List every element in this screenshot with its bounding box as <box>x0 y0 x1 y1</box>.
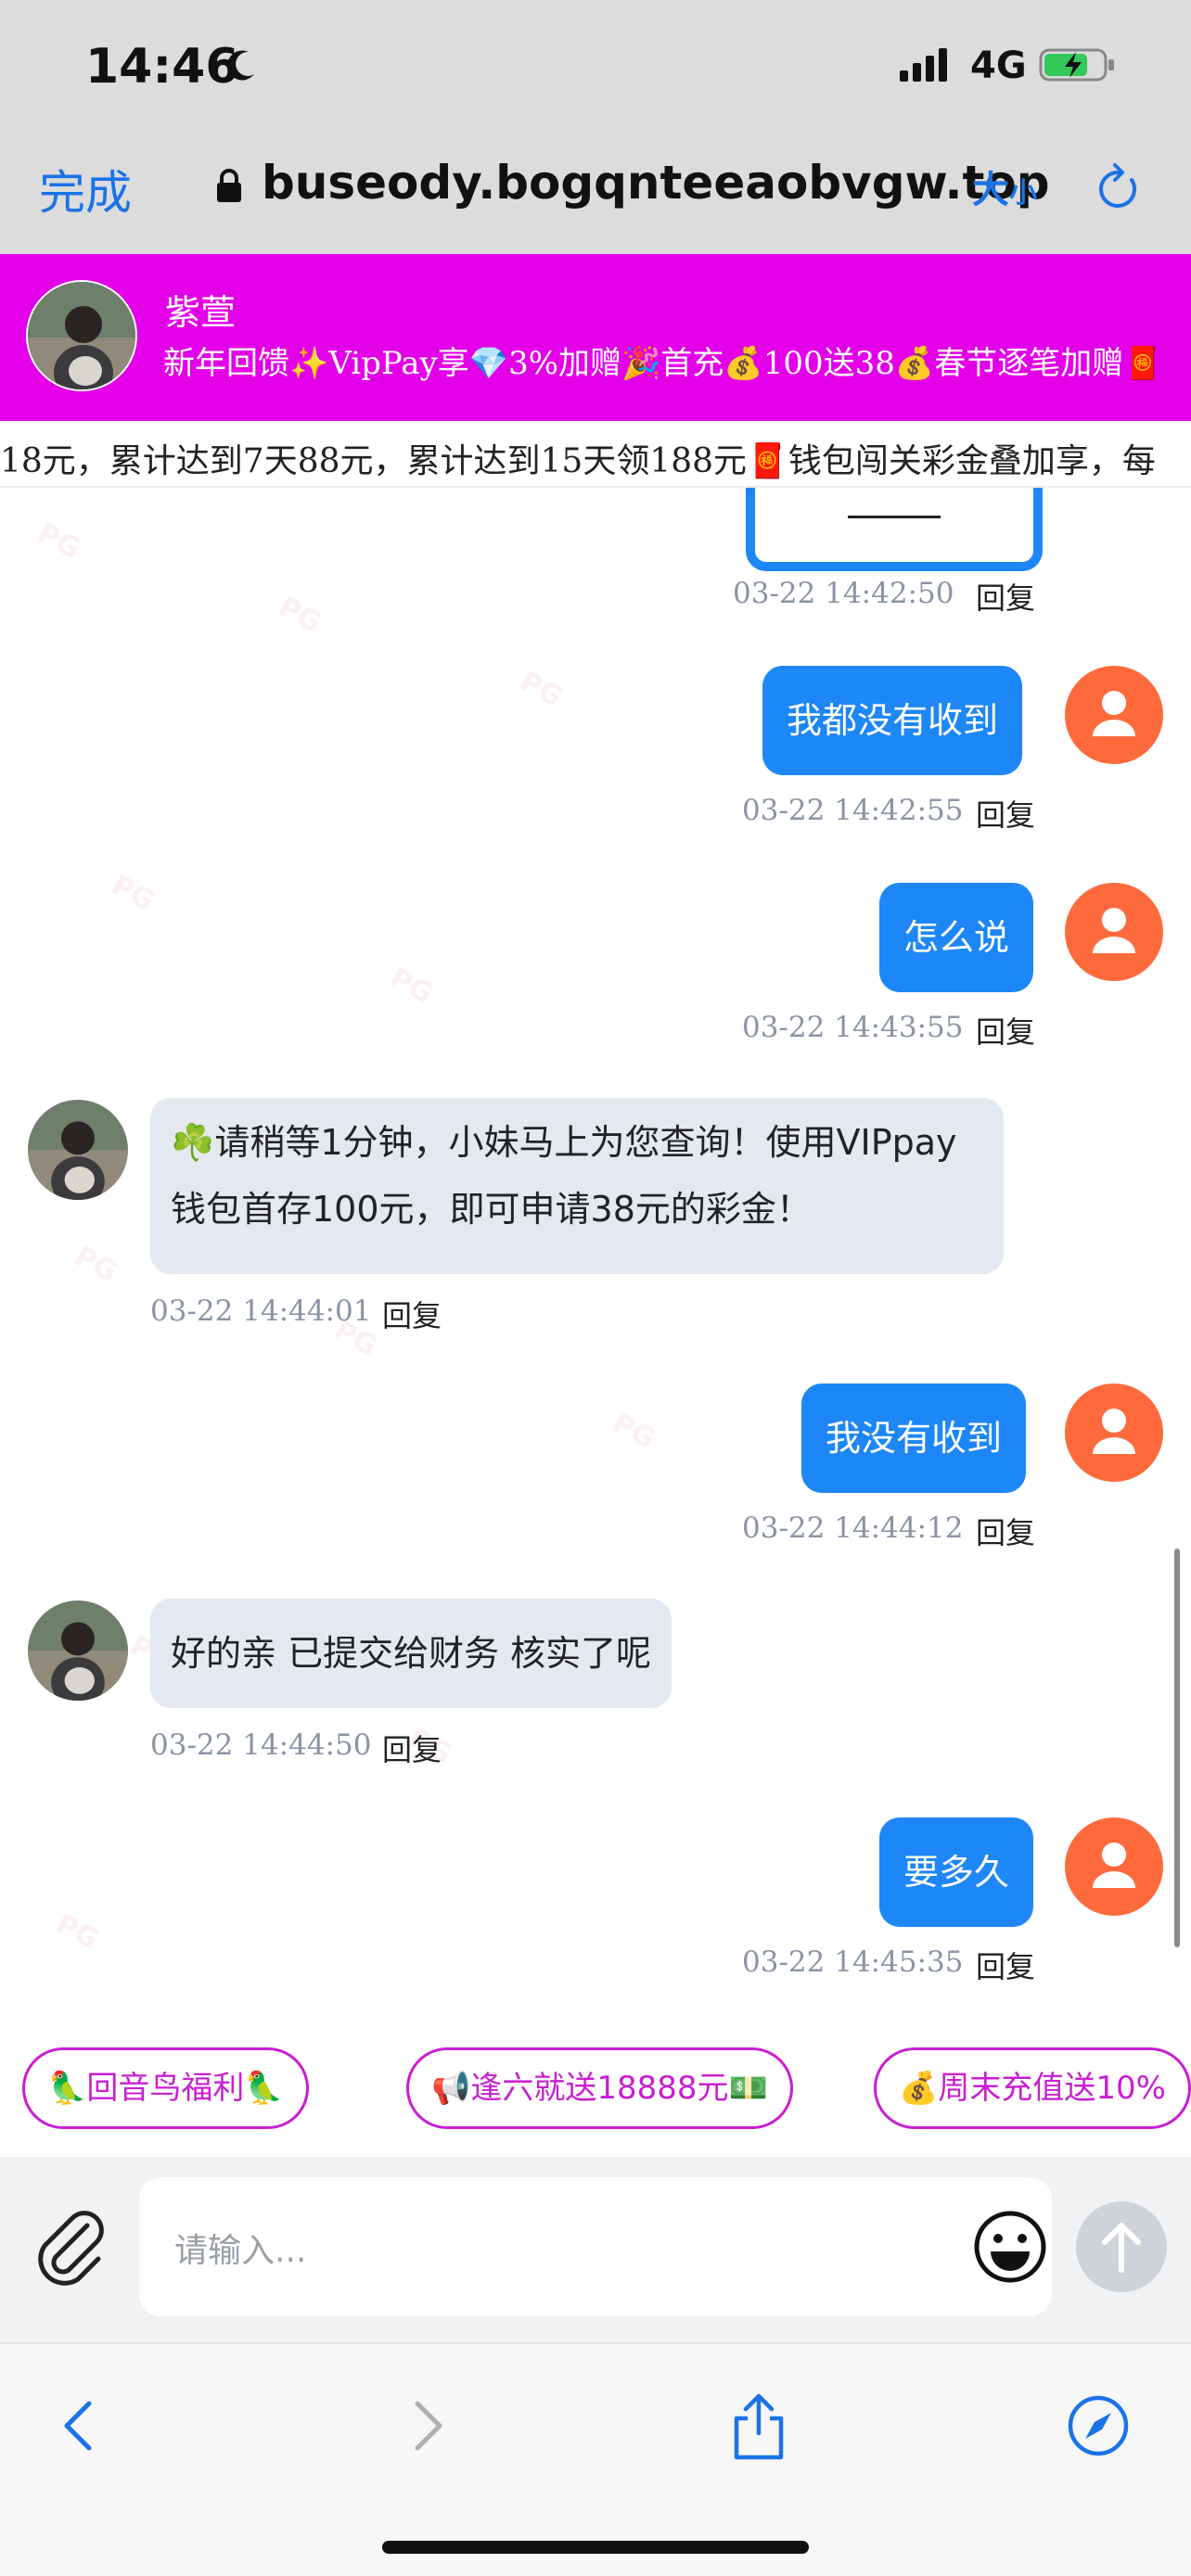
status-bar: 14:46 4G <box>0 0 1191 139</box>
agent-avatar[interactable] <box>28 1600 128 1701</box>
browser-url-bar: 完成 buseody.bogqnteeaobvgw.top 大小 <box>0 139 1191 254</box>
contact-promo: 新年回馈✨VipPay享💎3%加赠🎉首充💰100送38💰春节逐笔加赠🧧 <box>163 345 1163 382</box>
send-button[interactable] <box>1076 2201 1167 2292</box>
user-avatar <box>1065 1817 1163 1916</box>
avatar-photo <box>28 282 135 389</box>
reply-link[interactable]: 回复 <box>382 1293 442 1335</box>
url-address[interactable]: buseody.bogqnteeaobvgw.top <box>262 156 1050 210</box>
compass-icon[interactable] <box>1063 2391 1133 2461</box>
person-icon <box>1093 1409 1135 1454</box>
message-card-remnant[interactable] <box>746 488 1043 571</box>
paperclip-icon[interactable] <box>33 2209 108 2287</box>
home-indicator <box>382 2541 809 2554</box>
quick-chip[interactable]: 📢逢六就送18888元💵 <box>406 2047 793 2129</box>
person-icon <box>1093 908 1135 953</box>
chat-messages: PG PG PG PG PG PG PG PG PG PG PG 03-22 1… <box>0 488 1191 2018</box>
battery-icon <box>1039 48 1114 82</box>
announcement-text: 18元，累计达到7天88元，累计达到15天领188元🧧钱包闯关彩金叠加享，每 <box>0 442 1156 480</box>
quick-chip[interactable]: 🦜回音鸟福利🦜 <box>22 2047 309 2129</box>
arrow-up-icon <box>1102 2223 1141 2273</box>
person-icon <box>1093 1843 1135 1888</box>
reply-link[interactable]: 回复 <box>976 575 1035 618</box>
lock-icon <box>217 169 241 202</box>
user-avatar <box>1065 666 1163 764</box>
message-time: 03-22 14:43:55 <box>742 1011 964 1044</box>
message-time: 03-22 14:45:35 <box>742 1945 964 1979</box>
agent-avatar[interactable] <box>28 1100 128 1200</box>
message-bubble-outgoing[interactable]: 我没有收到 <box>801 1384 1027 1493</box>
person-icon <box>1093 691 1135 736</box>
text-size-small: 小 <box>1009 177 1037 210</box>
avatar-photo <box>28 1100 128 1200</box>
status-time: 14:46 <box>85 39 239 95</box>
message-bubble-incoming[interactable]: 好的亲 已提交给财务 核实了呢 <box>150 1599 672 1708</box>
user-avatar <box>1065 1384 1163 1482</box>
smiley-icon[interactable] <box>968 2205 1052 2289</box>
message-bubble-outgoing[interactable]: 要多久 <box>879 1817 1034 1927</box>
message-time: 03-22 14:44:01 <box>150 1294 372 1328</box>
chevron-right-icon[interactable] <box>390 2391 460 2461</box>
quick-reply-bar: 🦜回音鸟福利🦜 📢逢六就送18888元💵 💰周末充值送10% <box>0 2018 1191 2157</box>
message-bubble-outgoing[interactable]: 我都没有收到 <box>762 666 1023 775</box>
announcement-marquee: 18元，累计达到7天88元，累计达到15天领188元🧧钱包闯关彩金叠加享，每 <box>0 421 1191 488</box>
contact-name: 紫萱 <box>165 292 237 333</box>
done-button[interactable]: 完成 <box>39 156 132 223</box>
avatar-photo <box>28 1600 128 1701</box>
reply-link[interactable]: 回复 <box>976 792 1035 835</box>
contact-header: 紫萱 新年回馈✨VipPay享💎3%加赠🎉首充💰100送38💰春节逐笔加赠🧧 <box>0 254 1191 421</box>
message-bubble-outgoing[interactable]: 怎么说 <box>879 883 1034 992</box>
message-bubble-incoming[interactable]: ☘️请稍等1分钟，小妹马上为您查询！使用VIPpay钱包首存100元，即可申请3… <box>150 1098 1004 1274</box>
text-size-button[interactable]: 大小 <box>972 159 1037 213</box>
moon-icon <box>227 50 254 81</box>
reply-link[interactable]: 回复 <box>976 1510 1035 1552</box>
reply-link[interactable]: 回复 <box>976 1944 1035 1986</box>
reply-link[interactable]: 回复 <box>976 1009 1035 1052</box>
message-input[interactable]: 请输入... <box>139 2177 1052 2316</box>
share-icon[interactable] <box>724 2391 794 2461</box>
quick-chip[interactable]: 💰周末充值送10% <box>874 2047 1191 2129</box>
reload-icon[interactable] <box>1095 159 1143 215</box>
message-input-row: 请输入... <box>0 2157 1191 2342</box>
user-avatar <box>1065 883 1163 981</box>
text-size-big: 大 <box>972 169 1009 211</box>
message-time: 03-22 14:44:12 <box>742 1511 964 1545</box>
message-time: 03-22 14:44:50 <box>150 1728 372 1762</box>
message-input-placeholder: 请输入... <box>174 2232 307 2270</box>
scrollbar[interactable] <box>1174 1549 1180 1947</box>
contact-avatar[interactable] <box>26 280 137 391</box>
message-time: 03-22 14:42:55 <box>742 794 964 827</box>
signal-icon <box>900 48 947 82</box>
message-time: 03-22 14:42:50 <box>733 577 954 610</box>
reply-link[interactable]: 回复 <box>382 1727 442 1769</box>
chevron-left-icon[interactable] <box>46 2391 117 2461</box>
network-type: 4G <box>970 45 1027 87</box>
